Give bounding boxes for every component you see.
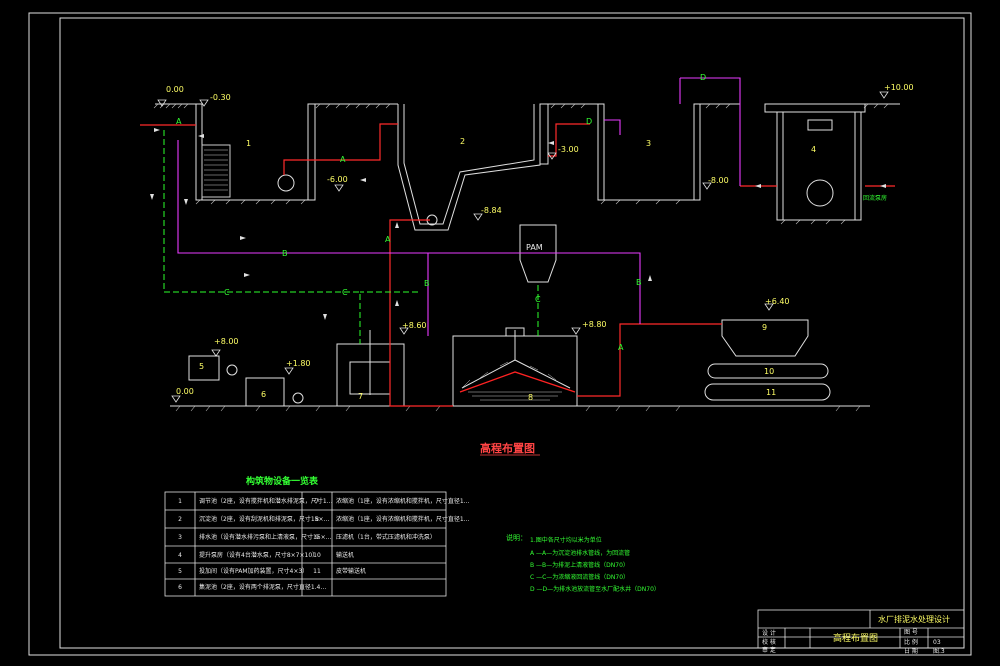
- pipe-label-a-2: A: [385, 235, 391, 244]
- pipe-label-d-2: D: [586, 117, 592, 126]
- table-cell: 输送机: [336, 551, 354, 559]
- elev-ground-low: 0.00: [176, 387, 194, 396]
- unit-num-5: 5: [199, 362, 204, 371]
- pump-room-note: 回流泵房: [863, 194, 887, 202]
- elev-water-1: -0.30: [210, 93, 231, 102]
- unit-num-9: 9: [762, 323, 767, 332]
- elev-pool6: +1.80: [286, 359, 311, 368]
- table-cell: 3: [178, 534, 182, 541]
- table-cell: 11: [313, 568, 321, 575]
- unit-num-3: 3: [646, 139, 651, 148]
- table-cell: 10: [313, 552, 321, 559]
- pipe-label-b-2: B: [424, 279, 430, 288]
- elev-ground-left: 0.00: [166, 85, 184, 94]
- table-cell: 集泥池（2座，设有两个排泥泵，尺寸直径1.4…: [199, 583, 326, 591]
- table-cell: 浓缩池（1座，设有浓缩机和搅拌机，尺寸直径1…: [336, 497, 470, 505]
- table-cell: 提升泵房（设有4台潜水泵，尺寸8×7×10）: [199, 551, 318, 559]
- note-3: B —B—为排泥上清液管线（DN70）: [530, 561, 629, 569]
- table-title: 构筑物设备一览表: [246, 475, 319, 487]
- elev-unit8: +8.80: [582, 320, 607, 329]
- unit-num-2: 2: [460, 137, 465, 146]
- pipe-label-c-3: C: [535, 295, 541, 304]
- table-cell: 8: [315, 516, 319, 523]
- pipe-label-b: B: [282, 249, 288, 258]
- pipe-label-d: D: [700, 73, 706, 82]
- elev-unit9: +6.40: [765, 297, 790, 306]
- background: [0, 0, 1000, 666]
- table-cell: 1: [178, 498, 182, 505]
- title-block-right3-value: 图.3: [933, 648, 945, 655]
- unit-num-7: 7: [358, 392, 363, 401]
- table-cell: 浓缩池（1座，设有浓缩机和搅拌机，尺寸直径1…: [336, 515, 470, 523]
- unit-num-10: 10: [764, 367, 774, 376]
- elev-tank4-top: +10.00: [884, 83, 914, 92]
- notes-heading: 说明：: [506, 533, 527, 542]
- title-block-right3: 日 期: [904, 647, 918, 655]
- pipe-label-c: C: [224, 288, 230, 297]
- unit-num-6: 6: [261, 390, 266, 399]
- title-block-drawing-name: 高程布置图: [833, 632, 878, 644]
- title-block-right1: 图 号: [904, 629, 918, 636]
- elev-tank3-bottom: -8.00: [708, 176, 729, 185]
- note-5: D —D—为排水池放流管至水厂配水井（DN70）: [530, 585, 660, 593]
- table-cell: 压滤机（1台，带式压滤机和冲洗泵）: [336, 533, 436, 541]
- pam-label: PAM: [526, 243, 543, 252]
- pipe-label-a: A: [340, 155, 346, 164]
- table-cell: 皮带输送机: [336, 567, 366, 575]
- table-cell: 2: [178, 516, 182, 523]
- title-block-project: 水厂排泥水处理设计: [878, 614, 950, 624]
- title-block-row1: 设 计: [762, 629, 776, 637]
- table-cell: 9: [315, 534, 319, 541]
- elev-box5: +8.00: [214, 337, 239, 346]
- elevation-drawing: 0.00 -0.30 -6.00 -3.00 -8.84 -8.00 +10.0…: [0, 0, 1000, 666]
- note-1: 1.图中各尺寸均以米为单位: [530, 536, 602, 544]
- title-block-right2: 比 例: [904, 638, 918, 646]
- title-block-row3: 审 定: [762, 646, 776, 654]
- elev-tank2-bottom: -8.84: [481, 206, 502, 215]
- table-cell: 排水池（设有潜水排污泵和上清液泵，尺寸15×…: [199, 533, 332, 541]
- unit-num-11: 11: [766, 388, 776, 397]
- pipe-label-a-3: A: [618, 343, 624, 352]
- unit-num-1: 1: [246, 139, 251, 148]
- title-block-row2: 校 核: [762, 638, 776, 646]
- table-cell: 4: [178, 552, 182, 559]
- table-cell: 调节池（2座，设有搅拌机和潜水排泥泵，尺寸1…: [199, 497, 333, 505]
- title-block-right2-value: 03: [933, 639, 941, 646]
- table-cell: 6: [178, 584, 182, 591]
- unit-num-8: 8: [528, 393, 533, 402]
- drawing-title: 高程布置图: [480, 441, 535, 455]
- elev-unit7: +8.60: [402, 321, 427, 330]
- pipe-label-c-2: C: [342, 288, 348, 297]
- table-cell: 投加间（设有PAM加药装置，尺寸4×3）: [199, 567, 308, 575]
- elev-bottom-1: -6.00: [327, 175, 348, 184]
- note-4: C —C—为浓缩液回流管线（DN70）: [530, 573, 629, 581]
- elev-tank2-water: -3.00: [558, 145, 579, 154]
- table-cell: 7: [315, 498, 319, 505]
- pipe-label-b-3: B: [636, 278, 642, 287]
- pipe-label-a-inlet: A: [176, 117, 182, 126]
- table-cell: 5: [178, 568, 182, 575]
- unit-num-4: 4: [811, 145, 816, 154]
- note-2: A —A—为沉淀池排水管线，为回流管: [530, 549, 630, 557]
- table-cell: 沉淀池（2座，设有刮泥机和排泥泵，尺寸15×…: [199, 515, 329, 523]
